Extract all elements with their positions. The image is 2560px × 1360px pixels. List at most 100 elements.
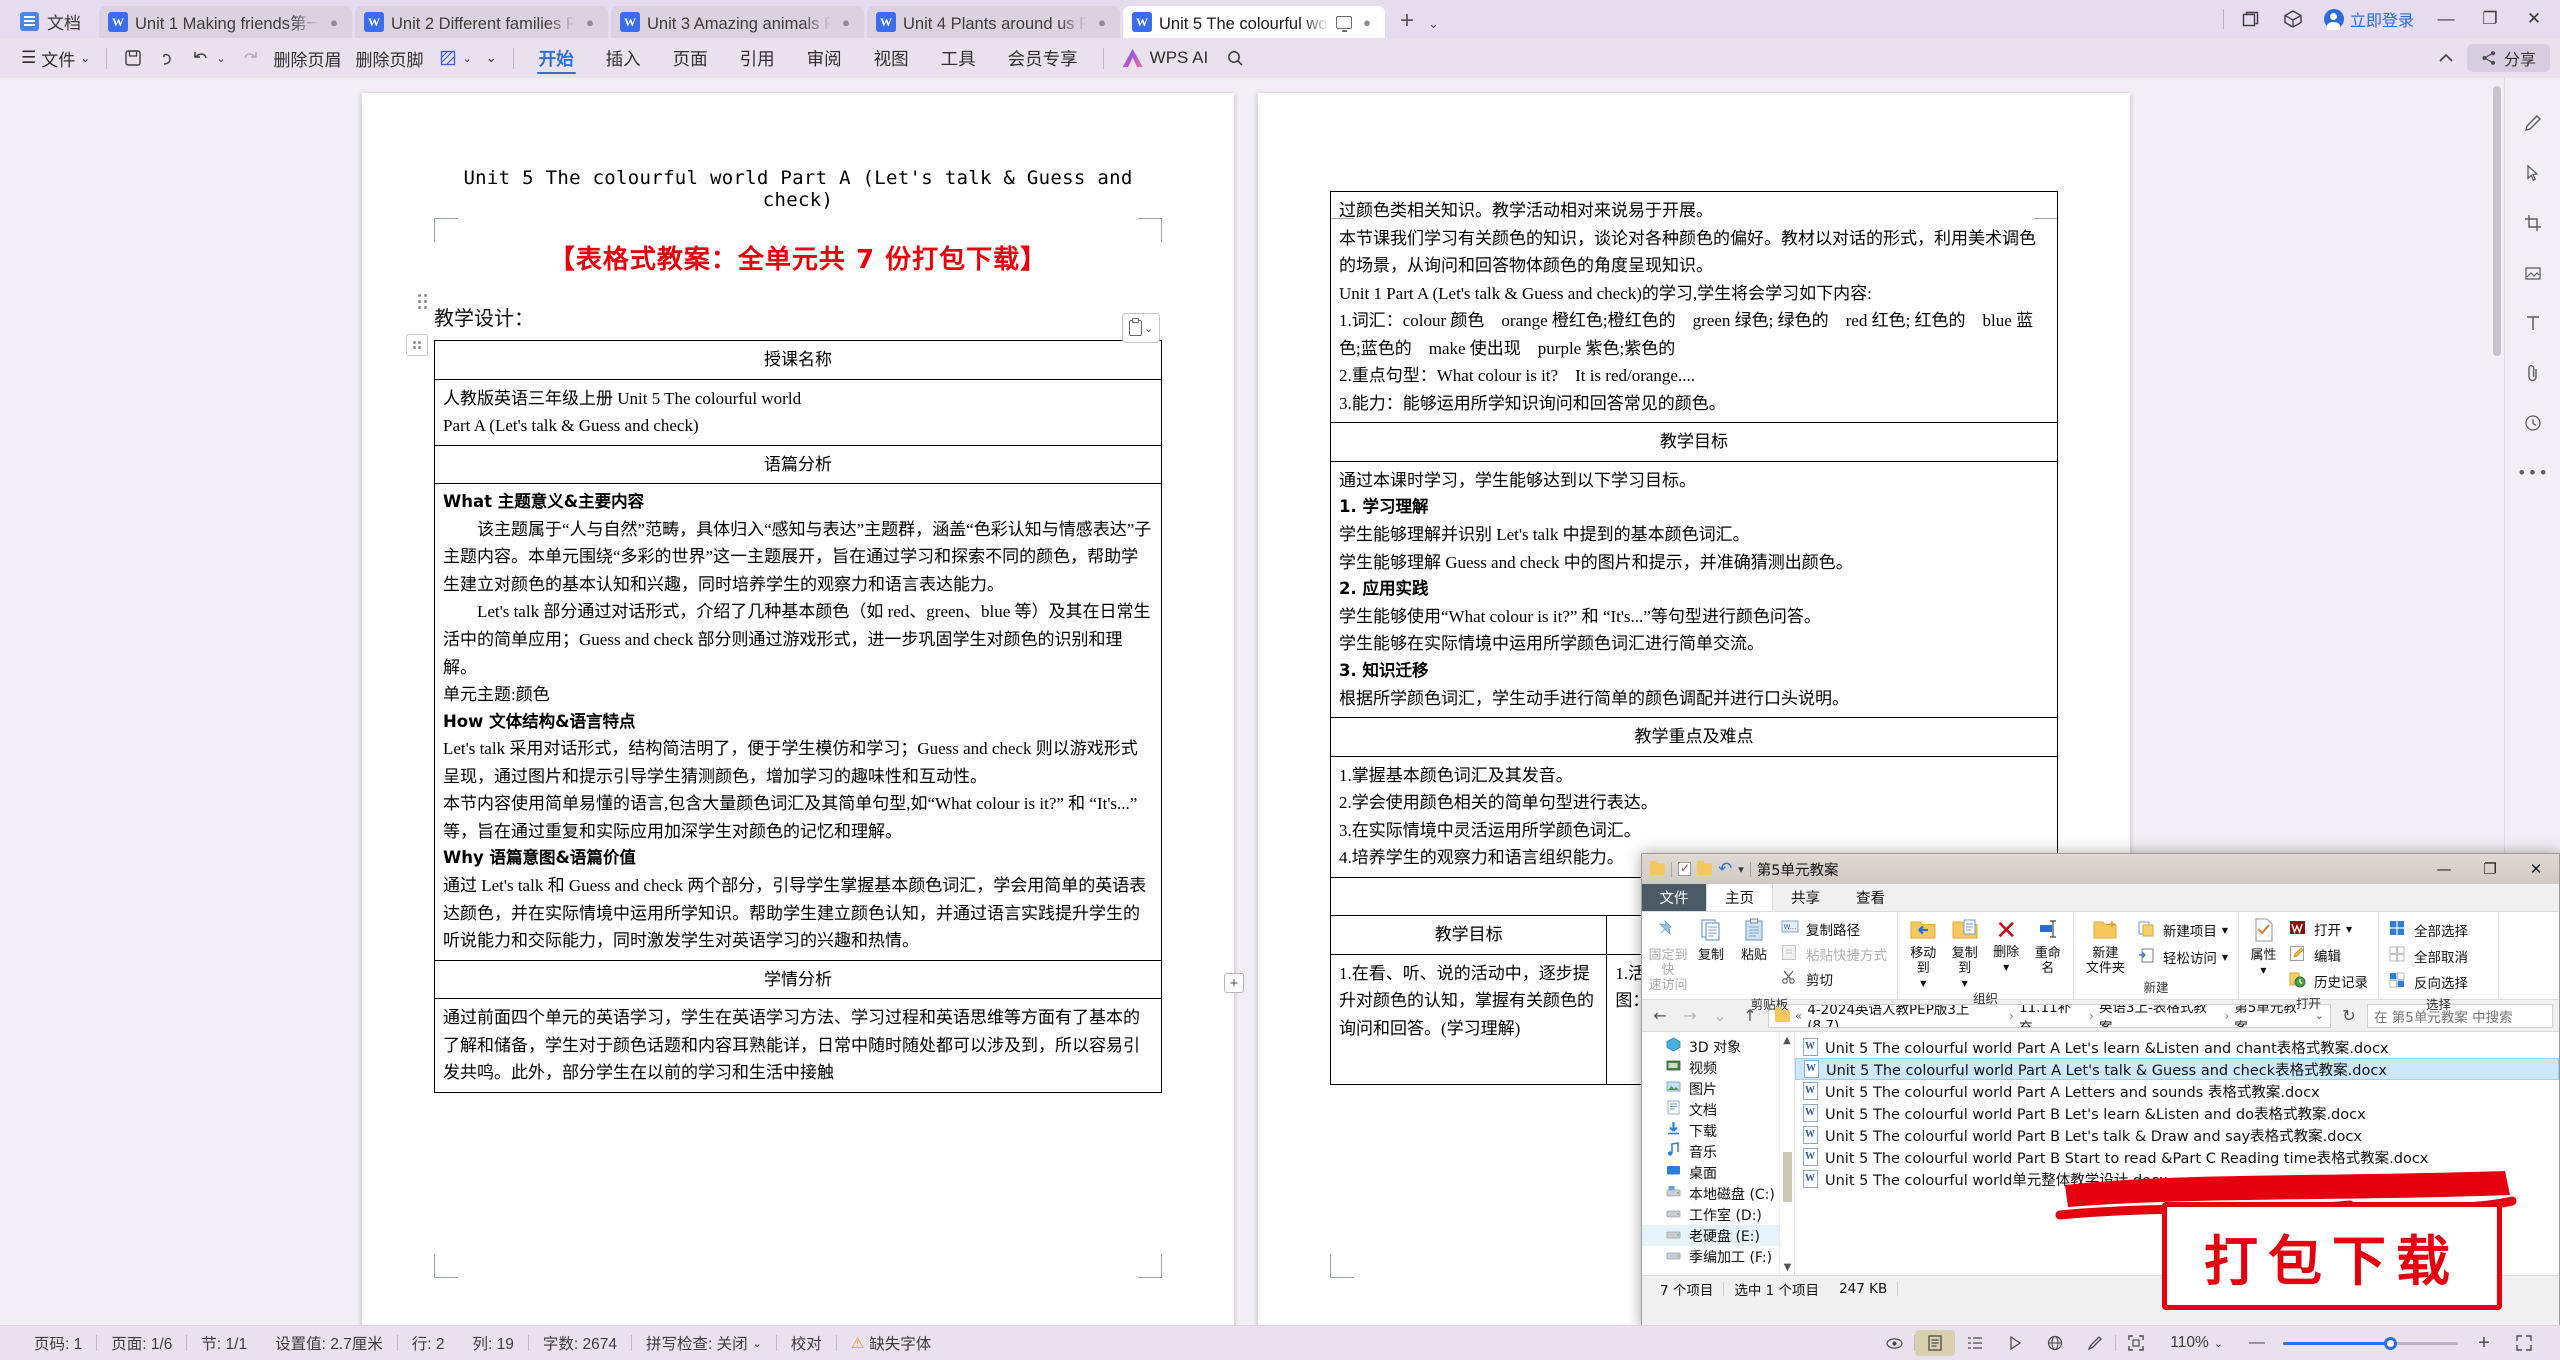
scrollbar-thumb[interactable]	[1783, 1152, 1792, 1202]
remove-footer-button[interactable]: 删除页脚	[349, 43, 431, 73]
chevron-down-icon[interactable]: ▼	[2222, 953, 2228, 962]
presentation-monitor-icon[interactable]	[1336, 15, 1352, 32]
new-tab-button[interactable]: +	[1388, 6, 1426, 38]
easy-access-button[interactable]: 轻松访问 ▼	[2134, 945, 2232, 969]
copy-to-button[interactable]: 复制到 ▼	[1946, 915, 1985, 988]
status-page-count[interactable]: 页面: 1/6	[97, 1332, 186, 1354]
explorer-tab-view[interactable]: 查看	[1838, 884, 1903, 911]
chevron-down-icon[interactable]: ▼	[2346, 925, 2352, 934]
status-proofread[interactable]: 校对	[777, 1332, 836, 1354]
fit-page-icon[interactable]	[2116, 1330, 2156, 1356]
chevron-down-icon[interactable]: ▼	[1962, 979, 1968, 988]
cube-3d-icon[interactable]	[2272, 0, 2314, 38]
status-line[interactable]: 行: 2	[398, 1332, 459, 1354]
new-item-button[interactable]: 新建项目 ▼	[2134, 918, 2232, 942]
ribbon-tab-page[interactable]: 页面	[657, 41, 724, 75]
paste-button[interactable]: 粘贴	[1734, 915, 1774, 964]
file-menu-button[interactable]: ☰ 文件 ⌄	[14, 43, 97, 73]
file-list-item[interactable]: Unit 5 The colourful world Part B Let's …	[1795, 1102, 2559, 1124]
status-setting-value[interactable]: 设置值: 2.7厘米	[261, 1332, 397, 1354]
chevron-down-icon[interactable]: ▼	[2003, 963, 2009, 972]
copy-button[interactable]: 复制	[1691, 915, 1731, 964]
zoom-slider-track[interactable]	[2283, 1336, 2458, 1350]
chevron-down-icon[interactable]: ⌄	[2214, 1337, 2223, 1350]
document-tab-5-active[interactable]: W Unit 5 The colourful world Part A Let'…	[1123, 6, 1385, 38]
share-button[interactable]: 分享	[2466, 44, 2550, 72]
quick-access-more-chevron-down-icon[interactable]: ⌄	[479, 43, 504, 73]
collapse-ribbon-icon[interactable]	[2429, 43, 2463, 73]
ribbon-tab-view[interactable]: 视图	[858, 41, 925, 75]
close-button[interactable]: ✕	[2512, 0, 2556, 38]
explorer-minimize-button[interactable]: —	[2421, 854, 2467, 884]
outline-view-icon[interactable]	[1955, 1330, 1995, 1356]
save-button[interactable]	[116, 43, 150, 73]
chevron-down-icon[interactable]: ▼	[2222, 926, 2228, 935]
properties-button[interactable]: 属性 ▼	[2245, 915, 2282, 975]
invert-selection-button[interactable]: 反向选择	[2385, 970, 2472, 994]
cut-button[interactable]: 剪切	[1777, 967, 1891, 991]
new-folder-button[interactable]: 新建 文件夹	[2080, 915, 2131, 977]
maximize-button[interactable]: ❐	[2468, 0, 2512, 38]
text-tool-icon[interactable]	[2516, 308, 2550, 338]
ribbon-tab-review[interactable]: 审阅	[791, 41, 858, 75]
zoom-slider-knob[interactable]	[2384, 1336, 2397, 1350]
print-button[interactable]	[150, 43, 184, 73]
fullscreen-icon[interactable]	[2504, 1330, 2544, 1356]
explorer-tab-share[interactable]: 共享	[1773, 884, 1838, 911]
status-column[interactable]: 列: 19	[458, 1332, 527, 1354]
tab-overflow-chevron-down-icon[interactable]: ⌄	[1426, 16, 1445, 38]
brush-tool-icon[interactable]	[2075, 1330, 2115, 1356]
chevron-down-icon[interactable]: ▼	[1920, 979, 1926, 988]
status-spellcheck[interactable]: 拼写检查: 关闭 ⌄	[632, 1332, 776, 1354]
nav-item-local-disk-c[interactable]: 本地磁盘 (C:)	[1642, 1183, 1794, 1204]
nav-pane-scrollbar[interactable]: ▲ ▼	[1779, 1032, 1794, 1275]
ribbon-tab-insert[interactable]: 插入	[590, 41, 657, 75]
tab-close-icon[interactable]: ●	[582, 15, 598, 30]
nav-item-downloads[interactable]: 下载	[1642, 1120, 1794, 1141]
document-tab-4[interactable]: W Unit 4 Plants around us Part A Let's t…	[867, 6, 1120, 38]
pen-tool-icon[interactable]	[2516, 108, 2550, 138]
ribbon-tab-member[interactable]: 会员专享	[992, 41, 1094, 75]
nav-item-desktop[interactable]: 桌面	[1642, 1162, 1794, 1183]
highlight-button[interactable]: ⌄	[431, 43, 479, 73]
tab-close-icon[interactable]: ●	[838, 15, 854, 30]
nav-item-documents[interactable]: 文档	[1642, 1099, 1794, 1120]
nav-item-videos[interactable]: 视频	[1642, 1057, 1794, 1078]
document-tab-2[interactable]: W Unit 2 Different families Part A Let's…	[355, 6, 608, 38]
login-button[interactable]: 立即登录	[2314, 7, 2424, 31]
ribbon-tab-home[interactable]: 开始	[523, 41, 590, 75]
chevron-down-icon[interactable]: ⌄	[216, 52, 225, 65]
zoom-out-button[interactable]: —	[2237, 1330, 2277, 1356]
nav-item-music[interactable]: 音乐	[1642, 1141, 1794, 1162]
zoom-in-button[interactable]: +	[2464, 1330, 2504, 1356]
restore-panes-icon[interactable]	[2230, 0, 2272, 38]
tab-close-icon[interactable]: ●	[326, 15, 342, 30]
document-tab-1[interactable]: W Unit 1 Making friends第一课时Part A Let's …	[99, 6, 352, 38]
picture-tool-icon[interactable]	[2516, 258, 2550, 288]
delete-button[interactable]: ✕ 删除 ▼	[1987, 915, 2026, 972]
tab-close-icon[interactable]: ●	[1359, 15, 1375, 30]
file-list-item[interactable]: Unit 5 The colourful world Part A Let's …	[1795, 1036, 2559, 1058]
file-list-item[interactable]: Unit 5 The colourful world Part B Start …	[1795, 1146, 2559, 1168]
nav-item-pictures[interactable]: 图片	[1642, 1078, 1794, 1099]
select-all-button[interactable]: 全部选择	[2385, 918, 2472, 942]
status-word-count[interactable]: 字数: 2674	[529, 1332, 631, 1354]
ribbon-tab-references[interactable]: 引用	[724, 41, 791, 75]
move-to-button[interactable]: 移动到 ▼	[1904, 915, 1943, 988]
copy-path-button[interactable]: W... 复制路径	[1777, 917, 1891, 941]
chevron-down-icon[interactable]: ▾	[1738, 863, 1744, 876]
nav-item-3d-objects[interactable]: 3D 对象	[1642, 1036, 1794, 1057]
properties-icon[interactable]	[1678, 861, 1691, 876]
history-button[interactable]: 历史记录	[2285, 969, 2372, 993]
new-folder-icon[interactable]	[1697, 860, 1712, 875]
zoom-slider[interactable]	[2283, 1336, 2458, 1350]
explorer-maximize-button[interactable]: ❐	[2467, 854, 2513, 884]
ribbon-tab-tools[interactable]: 工具	[925, 41, 992, 75]
explorer-title-bar[interactable]: ↶ ▾ 第5单元教案 — ❐ ✕	[1642, 854, 2559, 884]
more-tools-icon[interactable]: • • •	[2516, 458, 2550, 488]
nav-item-disk-f[interactable]: 季编加工 (F:)	[1642, 1246, 1794, 1267]
chevron-down-icon[interactable]: ⌄	[753, 1337, 762, 1350]
chevron-down-icon[interactable]: ▼	[2260, 966, 2266, 975]
tab-close-icon[interactable]: ●	[1094, 15, 1110, 30]
page-layout-view-icon[interactable]	[1915, 1330, 1956, 1356]
